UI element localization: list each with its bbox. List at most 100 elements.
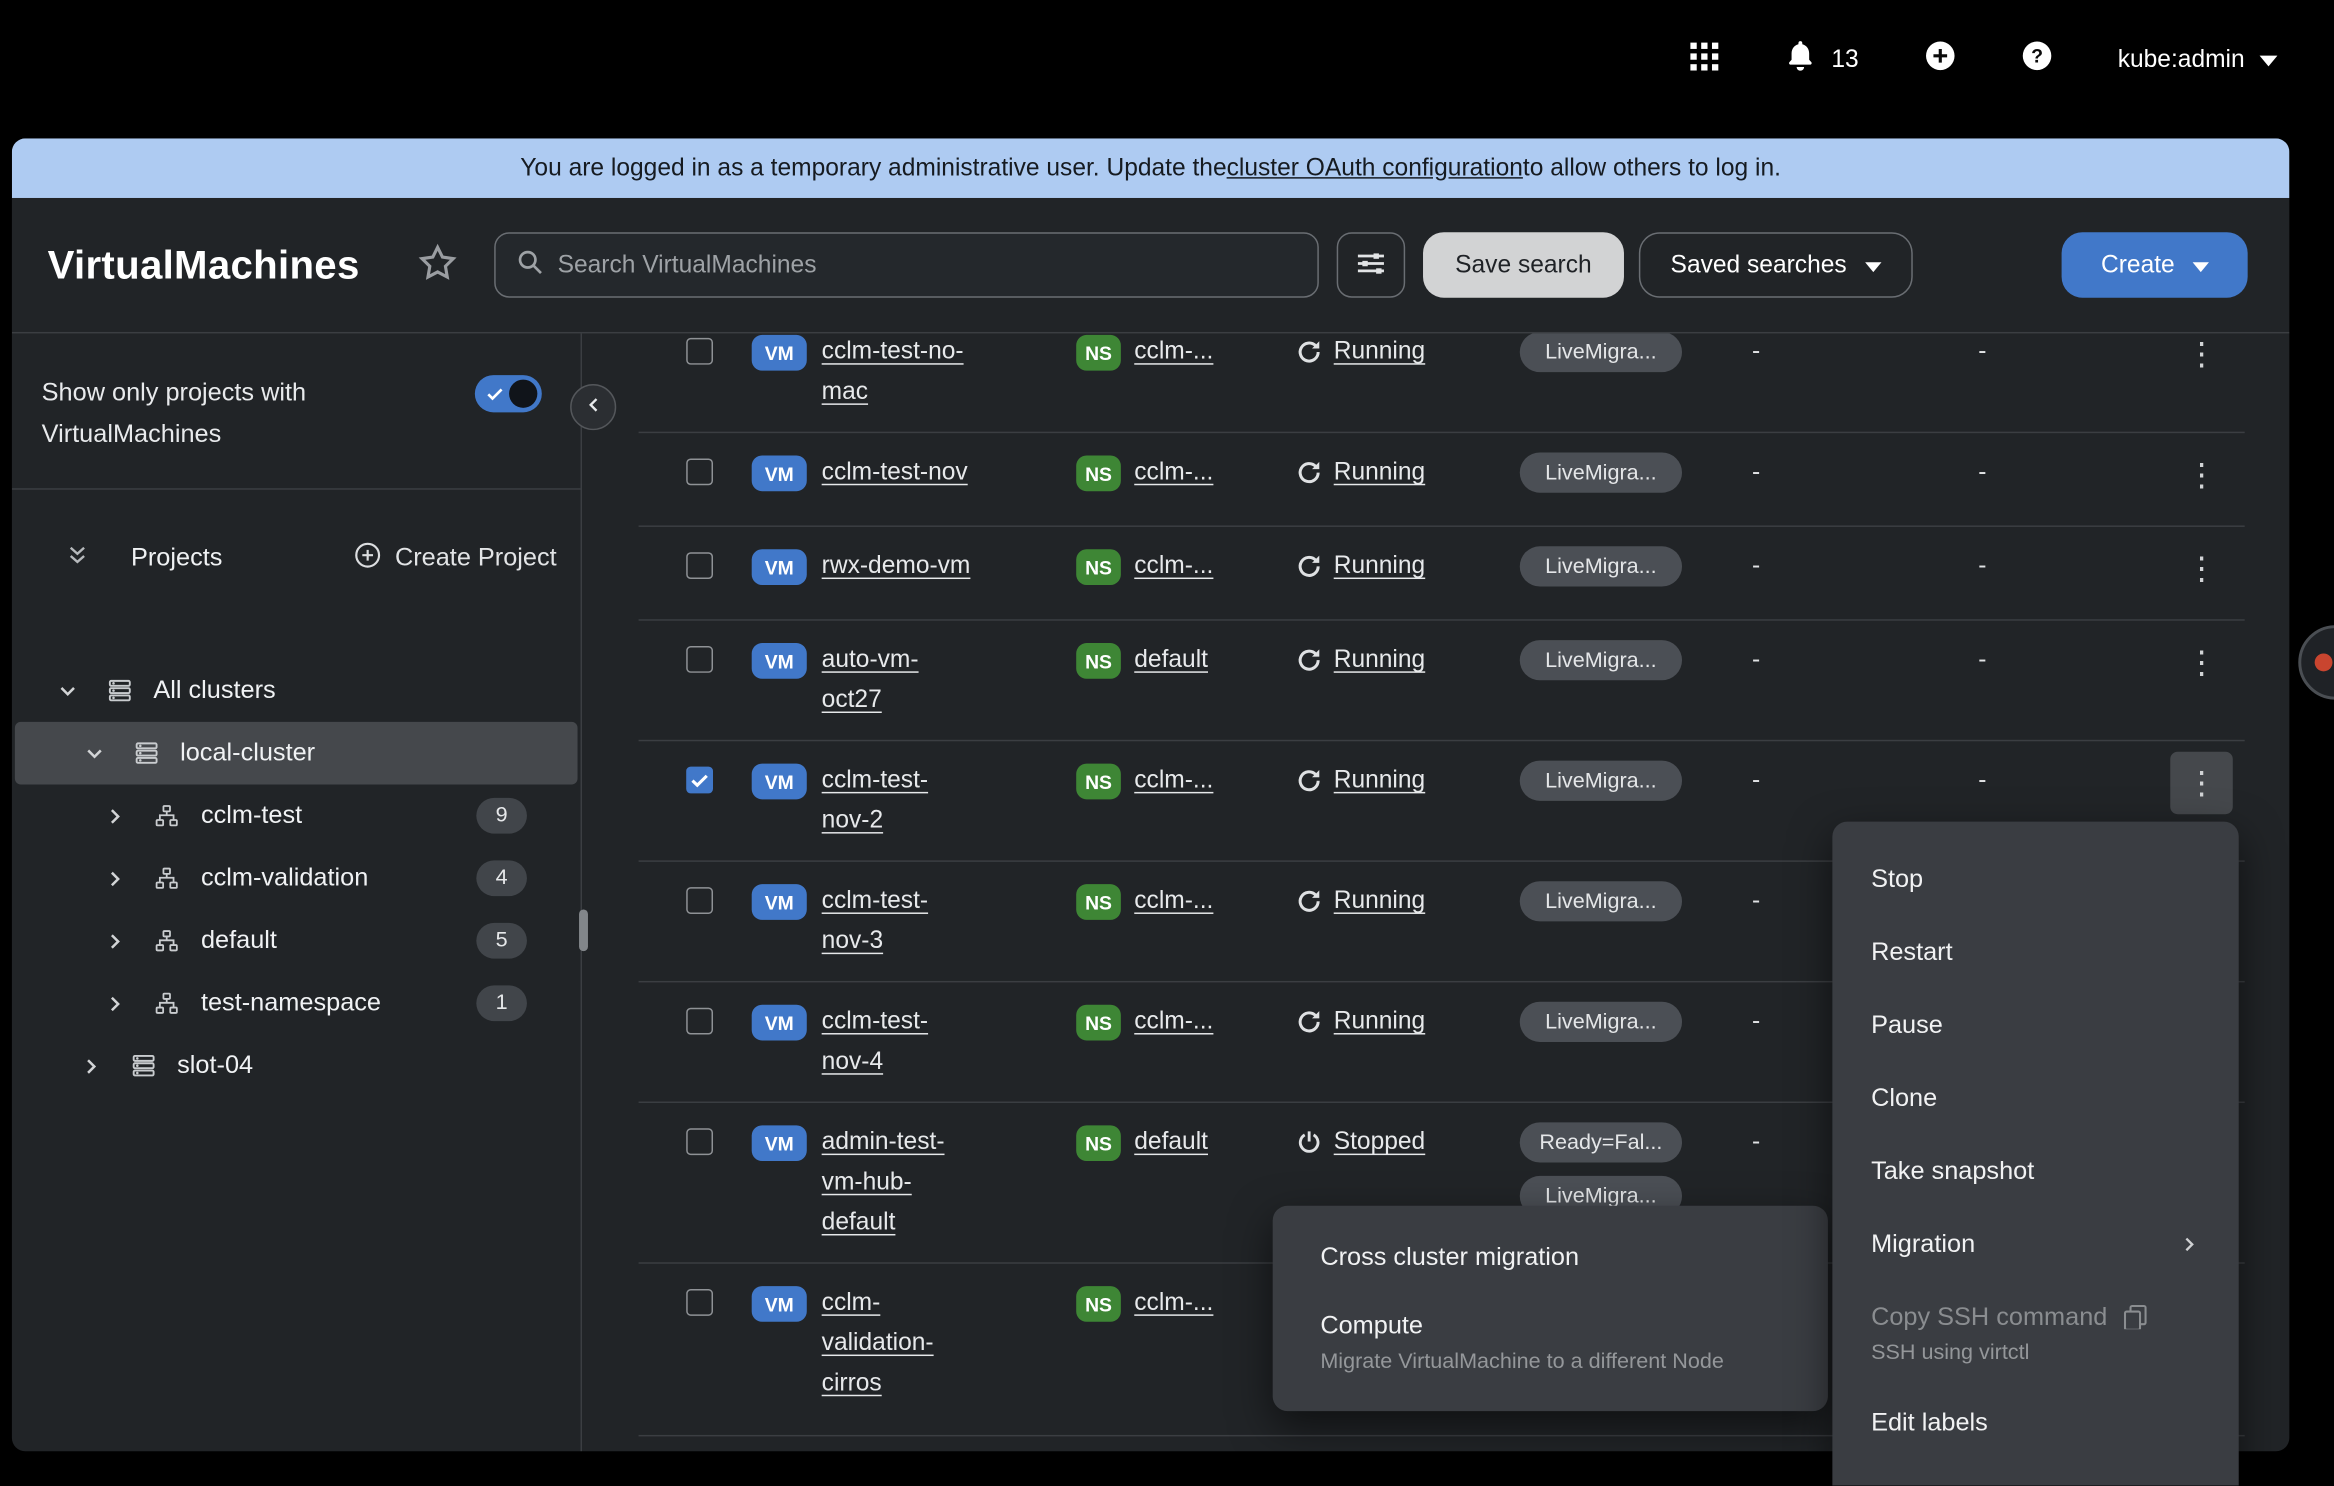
- row-actions-kebab[interactable]: ⋮: [2170, 333, 2233, 385]
- vm-name-link[interactable]: cclm-test-no-mac: [822, 333, 971, 412]
- vm-status-link[interactable]: Running: [1334, 546, 1425, 586]
- menu-item-take-snapshot[interactable]: Take snapshot: [1832, 1134, 2238, 1207]
- row-checkbox[interactable]: [686, 1008, 713, 1035]
- menu-item-migration[interactable]: Migration: [1832, 1207, 2238, 1280]
- vm-status-link[interactable]: Running: [1334, 453, 1425, 493]
- namespace-link[interactable]: cclm-...: [1134, 1283, 1213, 1323]
- projects-filter-toggle[interactable]: [475, 375, 542, 412]
- filter-button[interactable]: [1336, 232, 1404, 297]
- namespace-link[interactable]: default: [1134, 640, 1208, 680]
- vm-name-link[interactable]: cclm-test-nov: [822, 453, 971, 493]
- menu-item-label: Stop: [1871, 859, 1923, 899]
- projects-filter-section: Show only projects with VirtualMachines: [12, 333, 581, 489]
- menu-item-restart[interactable]: Restart: [1832, 915, 2238, 988]
- namespace-link[interactable]: cclm-...: [1134, 881, 1213, 921]
- vm-name-link[interactable]: rwx-demo-vm: [822, 546, 971, 586]
- vm-badge: VM: [752, 549, 807, 585]
- tree-item-test-namespace[interactable]: test-namespace1: [12, 972, 581, 1035]
- vm-name-link[interactable]: cclm-test-nov-2: [822, 761, 971, 841]
- tree-item-cclm-test[interactable]: cclm-test 9: [12, 784, 581, 847]
- vm-count-badge: 9: [476, 798, 527, 834]
- vm-badge: VM: [752, 1125, 807, 1161]
- table-row: VMcclm-test-no-macNScclm-...RunningLiveM…: [639, 333, 2245, 433]
- tree-item-cclm-validation[interactable]: cclm-validation4: [12, 847, 581, 910]
- namespace-link[interactable]: default: [1134, 1122, 1208, 1162]
- row-actions-kebab[interactable]: ⋮: [2170, 631, 2233, 694]
- app-launcher-button[interactable]: [1690, 41, 1720, 78]
- lightspeed-button[interactable]: [2298, 625, 2334, 699]
- project-label: cclm-test: [201, 801, 302, 831]
- page-header: VirtualMachines Save search Saved search…: [12, 198, 2289, 332]
- submenu-item-cross-cluster-migration[interactable]: Cross cluster migration: [1273, 1224, 1828, 1292]
- vm-name-link[interactable]: admin-test-vm-hub-default: [822, 1122, 971, 1243]
- caret-down-icon: [1865, 251, 1881, 279]
- tree-item-slot-04[interactable]: slot-04: [12, 1035, 581, 1098]
- menu-item-pause[interactable]: Pause: [1832, 988, 2238, 1061]
- vm-name-link[interactable]: auto-vm-oct27: [822, 640, 971, 720]
- row-actions-kebab[interactable]: ⋮: [2170, 444, 2233, 507]
- menu-item-edit-labels[interactable]: Edit labels: [1832, 1386, 2238, 1459]
- create-project-button[interactable]: Create Project: [355, 541, 557, 575]
- submenu-item-label: Compute: [1320, 1307, 1780, 1346]
- sidebar-collapse-button[interactable]: [570, 384, 616, 430]
- vm-status-link[interactable]: Running: [1334, 1002, 1425, 1042]
- vm-status-link[interactable]: Running: [1334, 761, 1425, 801]
- chevron-right-icon[interactable]: [104, 992, 128, 1014]
- namespace-link[interactable]: cclm-...: [1134, 1002, 1213, 1042]
- quick-create-button[interactable]: [1924, 40, 1955, 79]
- user-menu[interactable]: kube:admin: [2118, 45, 2278, 73]
- vm-status-link[interactable]: Running: [1334, 881, 1425, 921]
- condition-label: Ready=Fal...: [1520, 1122, 1682, 1162]
- chevron-right-icon[interactable]: [80, 1055, 104, 1077]
- vm-name-link[interactable]: cclm-test-nov-3: [822, 881, 971, 961]
- create-button[interactable]: Create: [2062, 232, 2247, 297]
- vm-status-link[interactable]: Running: [1334, 333, 1425, 372]
- row-checkbox[interactable]: [686, 767, 713, 794]
- chevron-down-icon[interactable]: [57, 680, 81, 702]
- chevron-right-icon[interactable]: [104, 930, 128, 952]
- expand-all-icon[interactable]: [65, 543, 89, 574]
- project-icon: [155, 991, 180, 1015]
- menu-item-stop[interactable]: Stop: [1832, 843, 2238, 916]
- namespace-link[interactable]: cclm-...: [1134, 546, 1213, 586]
- sidebar-resize-handle[interactable]: [579, 909, 588, 951]
- saved-searches-button[interactable]: Saved searches: [1639, 232, 1912, 297]
- vm-name-link[interactable]: cclm-test-nov-4: [822, 1002, 971, 1082]
- row-checkbox[interactable]: [686, 552, 713, 579]
- row-actions-kebab[interactable]: ⋮: [2170, 537, 2233, 600]
- submenu-item-compute[interactable]: ComputeMigrate VirtualMachine to a diffe…: [1273, 1292, 1828, 1393]
- namespace-badge: NS: [1076, 764, 1121, 800]
- save-search-button[interactable]: Save search: [1422, 232, 1624, 297]
- oauth-config-link[interactable]: cluster OAuth configuration: [1227, 154, 1523, 182]
- namespace-link[interactable]: cclm-...: [1134, 333, 1213, 372]
- row-checkbox[interactable]: [686, 1128, 713, 1155]
- row-checkbox[interactable]: [686, 458, 713, 485]
- row-checkbox[interactable]: [686, 338, 713, 365]
- row-checkbox[interactable]: [686, 887, 713, 914]
- condition-label: LiveMigra...: [1520, 453, 1682, 493]
- vm-status-link[interactable]: Running: [1334, 640, 1425, 680]
- search-input[interactable]: [558, 251, 1296, 279]
- tree-item-all-clusters[interactable]: All clusters: [12, 659, 581, 722]
- vm-status-link[interactable]: Stopped: [1334, 1122, 1426, 1162]
- banner-text: You are logged in as a temporary adminis…: [520, 154, 1226, 182]
- menu-item-clone[interactable]: Clone: [1832, 1061, 2238, 1134]
- notifications-button[interactable]: 13: [1785, 40, 1858, 79]
- chevron-right-icon[interactable]: [104, 805, 128, 827]
- toggle-label: Show only projects with VirtualMachines: [42, 372, 447, 455]
- help-button[interactable]: ?: [2021, 40, 2052, 79]
- row-checkbox[interactable]: [686, 1289, 713, 1316]
- tree-item-default[interactable]: default5: [12, 909, 581, 972]
- menu-item-copy-ssh-command[interactable]: Copy SSH commandSSH using virtctl: [1832, 1280, 2238, 1386]
- tree-item-local-cluster[interactable]: local-cluster: [15, 722, 578, 785]
- vm-name-link[interactable]: cclm-validation-cirros: [822, 1283, 971, 1404]
- namespace-link[interactable]: cclm-...: [1134, 761, 1213, 801]
- chevron-down-icon[interactable]: [83, 742, 107, 764]
- row-checkbox[interactable]: [686, 646, 713, 673]
- chevron-right-icon[interactable]: [104, 867, 128, 889]
- namespace-link[interactable]: cclm-...: [1134, 453, 1213, 493]
- cell-value: -: [1743, 640, 1966, 680]
- star-icon: [416, 242, 458, 288]
- row-actions-kebab[interactable]: ⋮: [2170, 752, 2233, 815]
- favorite-star-button[interactable]: [416, 242, 458, 288]
